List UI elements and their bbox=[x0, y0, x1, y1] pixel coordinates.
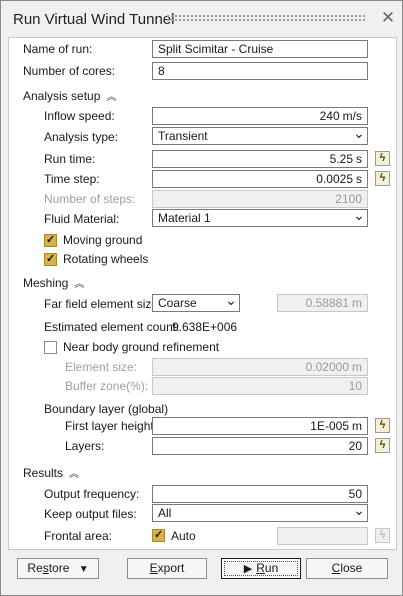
analysis-type-label: Analysis type: bbox=[44, 130, 119, 144]
keep-output-files-label: Keep output files: bbox=[44, 507, 137, 521]
estimated-count-label: Estimated element count: bbox=[44, 320, 180, 334]
export-button[interactable]: Export bbox=[127, 558, 207, 579]
moving-ground-checkbox[interactable] bbox=[44, 233, 57, 247]
number-of-steps-label: Number of steps: bbox=[44, 192, 136, 206]
frontal-area-calc-icon: ϟ bbox=[375, 528, 390, 543]
number-of-steps-input: 2100 bbox=[152, 190, 368, 208]
inflow-speed-label: Inflow speed: bbox=[44, 109, 115, 123]
buffer-zone-label: Buffer zone(%): bbox=[65, 379, 149, 393]
far-field-size-value: 0.58881 m bbox=[277, 294, 368, 312]
meshing-title: Meshing bbox=[23, 276, 69, 290]
rotating-wheels-label[interactable]: Rotating wheels bbox=[63, 251, 148, 267]
analysis-type-select[interactable]: Transient bbox=[152, 127, 368, 145]
time-step-input[interactable]: 0.0025 s bbox=[152, 170, 368, 188]
frontal-area-label: Frontal area: bbox=[44, 529, 113, 543]
layers-calc-icon[interactable]: ϟ bbox=[375, 438, 390, 453]
inflow-speed-input[interactable]: 240 m/s bbox=[152, 107, 368, 125]
play-icon: ▶ bbox=[243, 563, 253, 575]
fluid-material-select[interactable]: Material 1 bbox=[152, 209, 368, 227]
element-size-label: Element size: bbox=[65, 360, 138, 374]
time-step-calc-icon[interactable]: ϟ bbox=[375, 171, 390, 186]
buffer-zone-input: 10 bbox=[152, 377, 368, 395]
estimated-count-value: 9.638E+006 bbox=[172, 320, 238, 334]
frontal-area-auto-checkbox[interactable] bbox=[152, 528, 165, 542]
output-frequency-input[interactable]: 50 bbox=[152, 485, 368, 503]
rotating-wheels-checkbox[interactable] bbox=[44, 252, 57, 266]
title-bar[interactable]: Run Virtual Wind Tunnel ✕ bbox=[1, 1, 402, 37]
results-header[interactable]: Results ︽ bbox=[23, 465, 79, 483]
chevron-down-icon[interactable] bbox=[351, 210, 367, 226]
restore-button[interactable]: Restore ▼ bbox=[17, 558, 99, 579]
time-step-label: Time step: bbox=[44, 172, 100, 186]
far-field-size-label: Far field element size: bbox=[44, 297, 162, 311]
chevron-up-double-icon[interactable]: ︽ bbox=[74, 277, 84, 293]
name-of-run-input[interactable]: Split Scimitar - Cruise bbox=[152, 40, 368, 58]
analysis-setup-title: Analysis setup bbox=[23, 89, 101, 103]
layers-label: Layers: bbox=[65, 439, 105, 453]
dialog-title: Run Virtual Wind Tunnel bbox=[13, 11, 175, 28]
run-time-input[interactable]: 5.25 s bbox=[152, 150, 368, 168]
wind-tunnel-dialog: Run Virtual Wind Tunnel ✕ Name of run: S… bbox=[0, 0, 403, 596]
close-button[interactable]: Close bbox=[306, 558, 388, 579]
fluid-material-label: Fluid Material: bbox=[44, 212, 120, 226]
layers-input[interactable]: 20 bbox=[152, 437, 368, 455]
results-title: Results bbox=[23, 466, 64, 480]
drag-grip-icon[interactable] bbox=[166, 14, 366, 22]
first-layer-calc-icon[interactable]: ϟ bbox=[375, 418, 390, 433]
element-size-input: 0.02000 m bbox=[152, 358, 368, 376]
chevron-up-double-icon[interactable]: ︽ bbox=[106, 90, 116, 106]
close-icon[interactable]: ✕ bbox=[379, 7, 397, 29]
run-time-label: Run time: bbox=[44, 152, 96, 166]
far-field-size-select[interactable]: Coarse bbox=[152, 294, 240, 312]
chevron-down-icon[interactable] bbox=[223, 295, 239, 311]
boundary-layer-label: Boundary layer (global) bbox=[44, 402, 169, 416]
run-button[interactable]: ▶ Run bbox=[221, 558, 301, 579]
keep-output-files-select[interactable]: All bbox=[152, 504, 368, 522]
meshing-header[interactable]: Meshing ︽ bbox=[23, 275, 84, 293]
settings-panel: Name of run: Split Scimitar - Cruise Num… bbox=[8, 37, 397, 550]
frontal-area-input bbox=[277, 527, 368, 545]
analysis-setup-header[interactable]: Analysis setup ︽ bbox=[23, 88, 116, 106]
run-time-calc-icon[interactable]: ϟ bbox=[375, 151, 390, 166]
name-of-run-label: Name of run: bbox=[23, 42, 93, 56]
moving-ground-label[interactable]: Moving ground bbox=[63, 232, 142, 248]
near-body-refinement-label[interactable]: Near body ground refinement bbox=[63, 339, 219, 355]
output-frequency-label: Output frequency: bbox=[44, 487, 140, 501]
near-body-refinement-checkbox[interactable] bbox=[44, 341, 57, 354]
frontal-area-auto-label[interactable]: Auto bbox=[171, 528, 196, 544]
first-layer-height-input[interactable]: 1E-005 m bbox=[152, 417, 368, 435]
chevron-down-icon[interactable]: ▼ bbox=[79, 564, 89, 575]
chevron-up-double-icon[interactable]: ︽ bbox=[69, 467, 79, 483]
number-of-cores-label: Number of cores: bbox=[23, 64, 116, 78]
chevron-down-icon[interactable] bbox=[351, 505, 367, 521]
number-of-cores-input[interactable]: 8 bbox=[152, 62, 368, 80]
first-layer-height-label: First layer height: bbox=[65, 419, 158, 433]
chevron-down-icon[interactable] bbox=[351, 128, 367, 144]
